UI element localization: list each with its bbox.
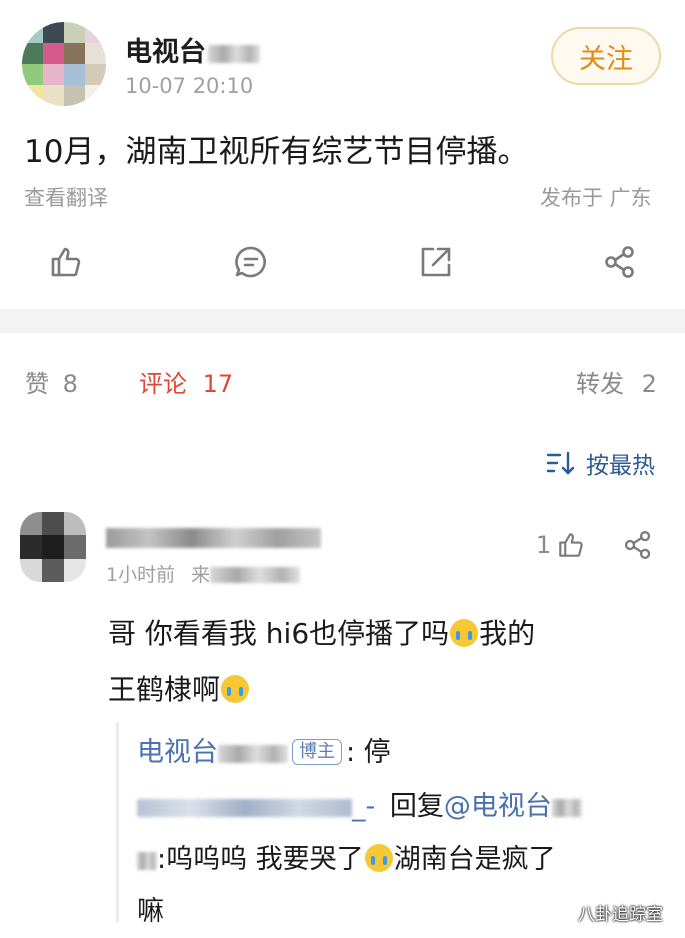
translate-link[interactable]: 查看翻译 (24, 182, 108, 212)
comment-icon (235, 246, 266, 278)
comment-text-line1: 哥 你看看我 hi6也停播了吗 (108, 617, 450, 650)
author-name-mosaic (208, 45, 260, 63)
share-more-button[interactable] (598, 240, 642, 284)
sort-label: 按最热 (586, 453, 655, 479)
watermark: 八卦追踪室 (578, 905, 663, 925)
reply-author[interactable]: 电视台 (137, 737, 218, 768)
tab-comments-count: 17 (202, 370, 234, 398)
reply-text-part2: 湖南台是疯了 (393, 844, 556, 875)
comment-like-count: 1 (536, 531, 552, 559)
crying-emoji-icon (450, 619, 479, 647)
tab-comments[interactable]: 评论 17 (139, 364, 233, 399)
comment-source-mosaic (210, 567, 301, 583)
sort-button[interactable]: 按最热 (546, 446, 655, 480)
comment-meta: 1小时前 来 (106, 560, 301, 587)
commenter-name[interactable] (106, 528, 321, 548)
share-icon (421, 247, 451, 277)
reply-thread[interactable]: 电视台 博主: 停 _- 回复@电视台 :呜呜呜 我要哭了 湖南台是疯了 嘛 (116, 722, 659, 927)
post-content: 10月，湖南卫视所有综艺节目停播。 (24, 134, 529, 170)
section-divider (0, 309, 685, 333)
follow-button[interactable]: 关注 (551, 27, 661, 85)
reply-user-suffix: _- (352, 791, 376, 822)
comment-source: 来 (191, 564, 211, 586)
reply-user2-mosaic (137, 852, 157, 870)
comment-text-line1-end: 我的 (479, 617, 536, 650)
reply-mention-mosaic (551, 799, 582, 817)
repost-button[interactable] (414, 240, 458, 284)
crying-emoji-icon (364, 844, 393, 872)
blogger-badge: 博主 (292, 739, 342, 765)
reply-text-part1: :呜呜呜 我要哭了 (157, 844, 364, 875)
comment-time: 1小时前 (106, 564, 176, 586)
author-avatar[interactable] (22, 22, 106, 106)
tab-likes-label: 赞 (25, 370, 49, 398)
tab-comments-label: 评论 (139, 370, 187, 398)
reply-action: 回复 (389, 791, 444, 822)
reply-text: : 停 (346, 737, 391, 768)
comment-share-button[interactable] (620, 528, 656, 562)
sort-icon (546, 451, 575, 475)
comment-button[interactable] (229, 240, 273, 284)
tab-likes[interactable]: 赞 8 (25, 364, 78, 399)
more-share-icon (624, 531, 651, 559)
commenter-avatar[interactable] (20, 512, 86, 582)
reply-author-mosaic (218, 745, 288, 763)
like-icon (559, 533, 584, 557)
post-author-name[interactable]: 电视台 (125, 30, 260, 69)
reply-mention[interactable]: @电视台 (444, 791, 552, 822)
tab-reposts-count: 2 (641, 370, 657, 398)
comment-text: 哥 你看看我 hi6也停播了吗 我的 王鹤棣啊 (108, 606, 668, 718)
tab-reposts-label: 转发 (576, 370, 624, 398)
more-share-icon (605, 246, 634, 278)
reply-1: 电视台 博主: 停 (137, 730, 391, 769)
like-button[interactable] (44, 240, 88, 284)
post-time: 10-07 20:10 (125, 74, 254, 98)
comment-text-line2: 王鹤棣啊 (108, 673, 221, 706)
post-location: 发布于 广东 (540, 186, 652, 210)
tab-reposts[interactable]: 转发 2 (576, 364, 657, 399)
author-name-text: 电视台 (125, 37, 206, 68)
comment-like-button[interactable]: 1 (536, 528, 585, 562)
crying-emoji-icon (221, 675, 250, 703)
reply-2: _- 回复@电视台 (137, 784, 582, 823)
like-icon (51, 247, 81, 277)
reply-text-part3: 嘛 (137, 896, 164, 927)
reply-user-mosaic[interactable] (137, 799, 352, 817)
tab-likes-count: 8 (62, 370, 78, 398)
